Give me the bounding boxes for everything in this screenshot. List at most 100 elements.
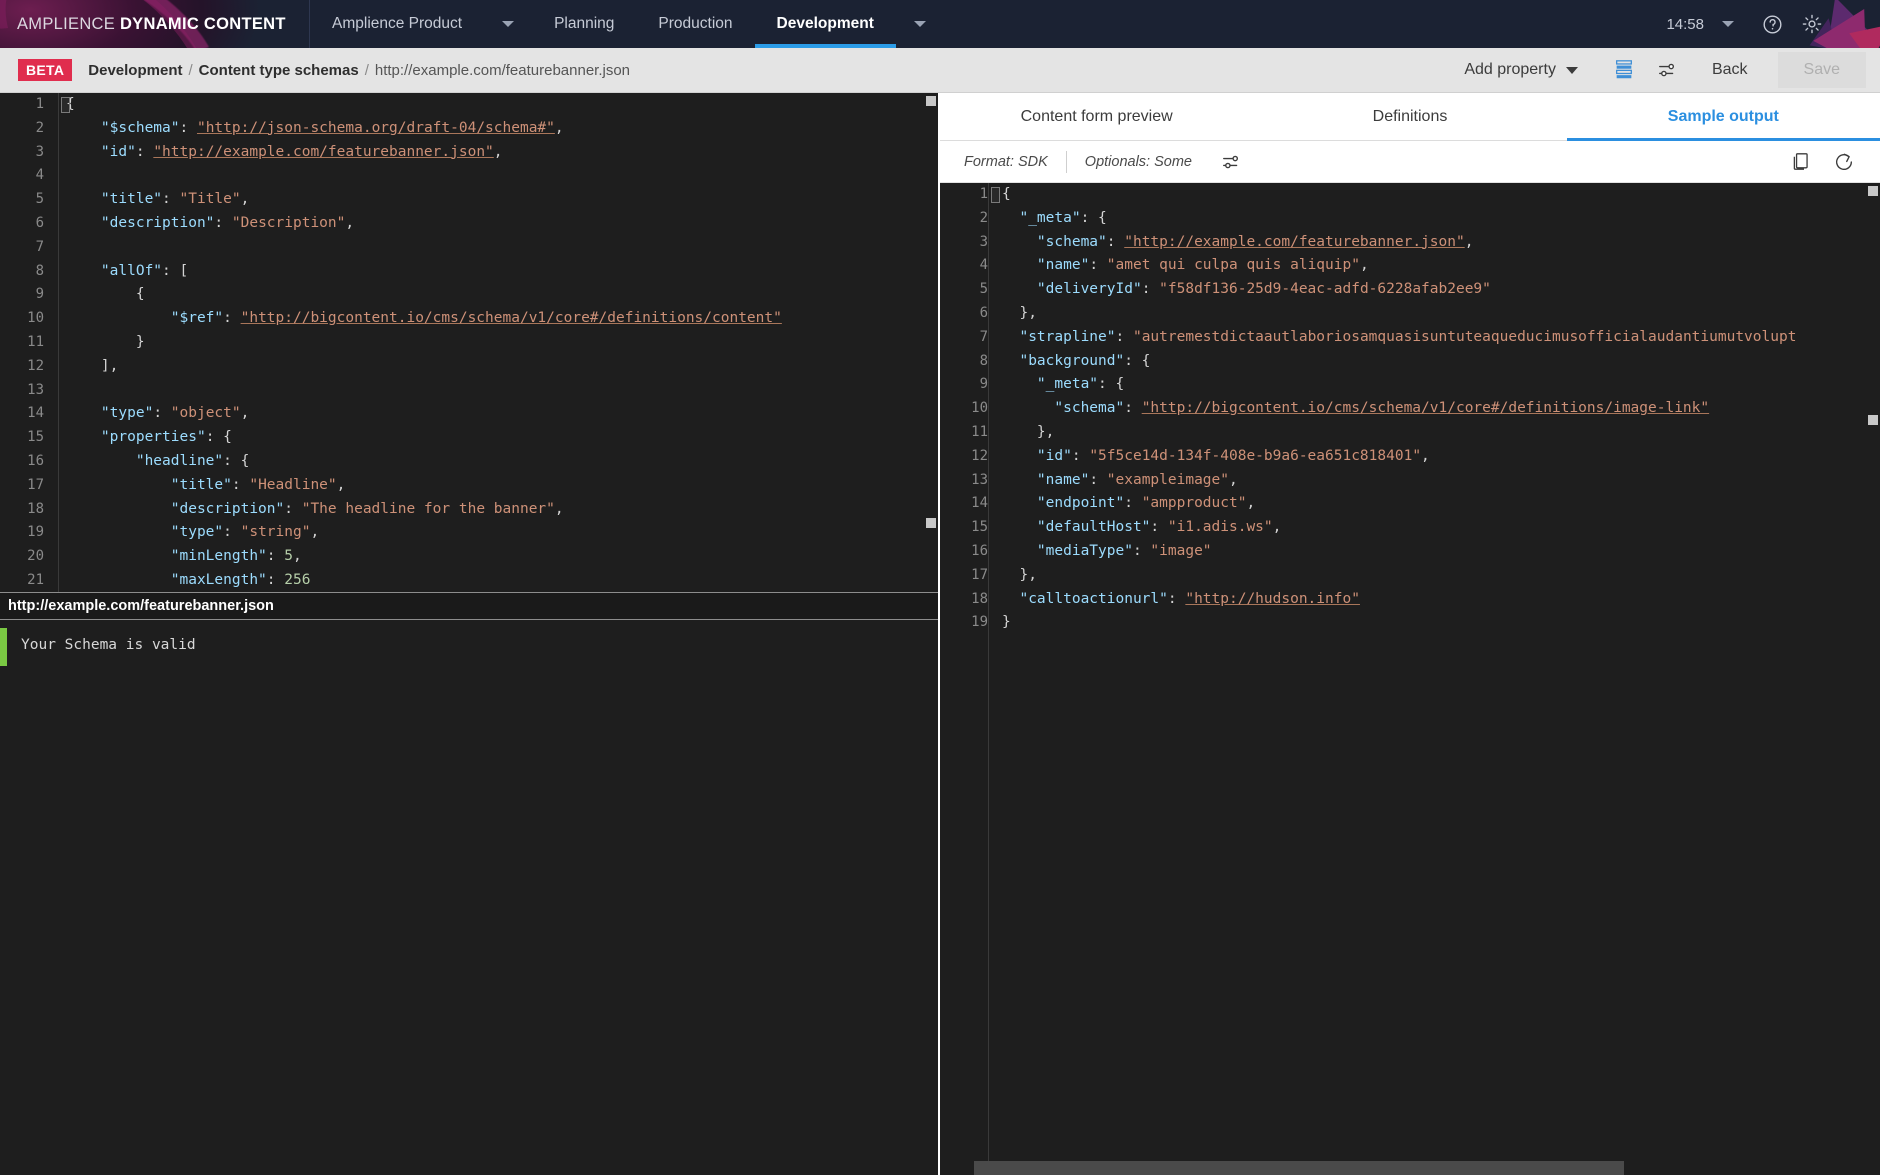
output-vertical-scrollbar[interactable] <box>1866 183 1880 1175</box>
code-line-text: "allOf": [ <box>44 260 188 284</box>
code-line: 6 }, <box>940 302 1880 326</box>
code-line-text: "_meta": { <box>988 373 1124 397</box>
preview-pane: Content form preview Definitions Sample … <box>940 93 1880 1175</box>
line-number: 1 <box>0 93 44 117</box>
add-property-button[interactable]: Add property <box>1464 61 1588 79</box>
code-line-text: "schema": "http://bigcontent.io/cms/sche… <box>988 397 1709 421</box>
code-line: 15 "properties": { <box>0 426 938 450</box>
line-number: 8 <box>940 350 988 374</box>
code-line-text: "type": "string", <box>44 521 319 545</box>
line-number: 19 <box>0 521 44 545</box>
code-line: 10 "schema": "http://bigcontent.io/cms/s… <box>940 397 1880 421</box>
line-number: 18 <box>0 498 44 522</box>
line-number: 13 <box>0 379 44 403</box>
breadcrumb-root[interactable]: Development <box>88 62 182 79</box>
code-line: 1{ <box>940 183 1880 207</box>
nav-item-amplience-product[interactable]: Amplience Product <box>310 0 484 48</box>
code-line-text: "properties": { <box>44 426 232 450</box>
code-line: 1{ <box>0 93 938 117</box>
copy-icon[interactable] <box>1778 139 1822 184</box>
chevron-down-icon-product[interactable] <box>502 21 514 27</box>
sliders-icon[interactable] <box>1210 139 1254 184</box>
code-line-text: { <box>44 93 75 117</box>
code-line: 16 "mediaType": "image" <box>940 540 1880 564</box>
nav-item-production[interactable]: Production <box>636 0 754 48</box>
code-line-text: "endpoint": "ampproduct", <box>988 492 1255 516</box>
line-number: 16 <box>940 540 988 564</box>
code-line-text <box>44 164 66 188</box>
code-line: 7 <box>0 236 938 260</box>
code-line-text: "calltoactionurl": "http://hudson.info" <box>988 588 1360 612</box>
app-logo[interactable]: AMPLIENCE DYNAMIC CONTENT <box>0 0 310 48</box>
line-number: 10 <box>0 307 44 331</box>
save-button: Save <box>1778 52 1866 88</box>
line-number: 17 <box>940 564 988 588</box>
line-number: 2 <box>0 117 44 141</box>
code-line-text: "minLength": 5, <box>44 545 302 569</box>
primary-nav-items: Amplience Product Planning Production De… <box>310 0 944 48</box>
validation-status-indicator <box>0 628 7 666</box>
output-horizontal-scrollbar[interactable] <box>974 1161 1624 1175</box>
code-line: 10 "$ref": "http://bigcontent.io/cms/sch… <box>0 307 938 331</box>
line-number: 13 <box>940 469 988 493</box>
chevron-down-icon-clock[interactable] <box>1722 21 1734 27</box>
line-number: 1 <box>940 183 988 207</box>
chevron-down-icon-development[interactable] <box>914 21 926 27</box>
gear-icon[interactable] <box>1792 0 1832 48</box>
code-line: 19 "type": "string", <box>0 521 938 545</box>
validation-area: Your Schema is valid <box>0 620 938 676</box>
code-line: 18 "calltoactionurl": "http://hudson.inf… <box>940 588 1880 612</box>
help-circle-icon[interactable] <box>1752 0 1792 48</box>
code-line: 8 "allOf": [ <box>0 260 938 284</box>
code-line-text: "defaultHost": "i1.adis.ws", <box>988 516 1281 540</box>
code-line: 17 "title": "Headline", <box>0 474 938 498</box>
code-line-text: "headline": { <box>44 450 249 474</box>
code-line: 19} <box>940 611 1880 635</box>
code-line-text: "$schema": "http://json-schema.org/draft… <box>44 117 564 141</box>
code-line-text: "id": "5f5ce14d-134f-408e-b9a6-ea651c818… <box>988 445 1430 469</box>
tab-label: Content form preview <box>1021 108 1173 126</box>
tab-content-form-preview[interactable]: Content form preview <box>940 93 1253 140</box>
code-line: 4 "name": "amet qui culpa quis aliquip", <box>940 254 1880 278</box>
sliders-icon[interactable] <box>1646 48 1690 93</box>
breadcrumb-section[interactable]: Content type schemas <box>199 62 359 79</box>
tab-definitions[interactable]: Definitions <box>1253 93 1566 140</box>
schema-uri-bar: http://example.com/featurebanner.json <box>0 592 938 620</box>
editor-vertical-scrollbar[interactable] <box>924 93 938 592</box>
format-selector[interactable]: Format: SDK <box>964 154 1066 170</box>
line-number: 5 <box>940 278 988 302</box>
code-line: 15 "defaultHost": "i1.adis.ws", <box>940 516 1880 540</box>
nav-spacer <box>944 0 1667 48</box>
nav-item-development[interactable]: Development <box>755 0 896 48</box>
line-number: 5 <box>0 188 44 212</box>
list-view-icon[interactable] <box>1602 48 1646 93</box>
line-number: 9 <box>940 373 988 397</box>
sample-output-code-viewer[interactable]: 1{2 "_meta": {3 "schema": "http://exampl… <box>940 183 1880 1175</box>
tab-sample-output[interactable]: Sample output <box>1567 93 1880 140</box>
line-number: 14 <box>0 402 44 426</box>
schema-code-editor[interactable]: 1{2 "$schema": "http://json-schema.org/d… <box>0 93 938 592</box>
code-line-text: "strapline": "autremestdictaautlaboriosa… <box>988 326 1796 350</box>
nav-item-planning[interactable]: Planning <box>532 0 636 48</box>
line-number: 2 <box>940 207 988 231</box>
tab-label: Definitions <box>1373 108 1448 126</box>
code-line-text: "mediaType": "image" <box>988 540 1212 564</box>
nav-item-label: Development <box>777 15 874 33</box>
nav-item-label: Production <box>658 15 732 33</box>
code-line-text <box>44 379 66 403</box>
line-number: 12 <box>0 355 44 379</box>
back-button[interactable]: Back <box>1690 61 1770 79</box>
logo-text-bold: DYNAMIC CONTENT <box>120 15 286 33</box>
breadcrumb-current: http://example.com/featurebanner.json <box>375 62 630 79</box>
breadcrumb-toolbar: BETA Development / Content type schemas … <box>0 48 1880 93</box>
code-line-text: }, <box>988 302 1037 326</box>
refresh-icon[interactable] <box>1822 139 1866 184</box>
optionals-selector[interactable]: Optionals: Some <box>1067 154 1210 170</box>
line-number: 18 <box>940 588 988 612</box>
line-number: 15 <box>940 516 988 540</box>
code-line-text: "name": "exampleimage", <box>988 469 1238 493</box>
line-number: 14 <box>940 492 988 516</box>
line-number: 11 <box>940 421 988 445</box>
logout-icon[interactable] <box>1832 0 1872 48</box>
code-line-text: } <box>44 331 145 355</box>
